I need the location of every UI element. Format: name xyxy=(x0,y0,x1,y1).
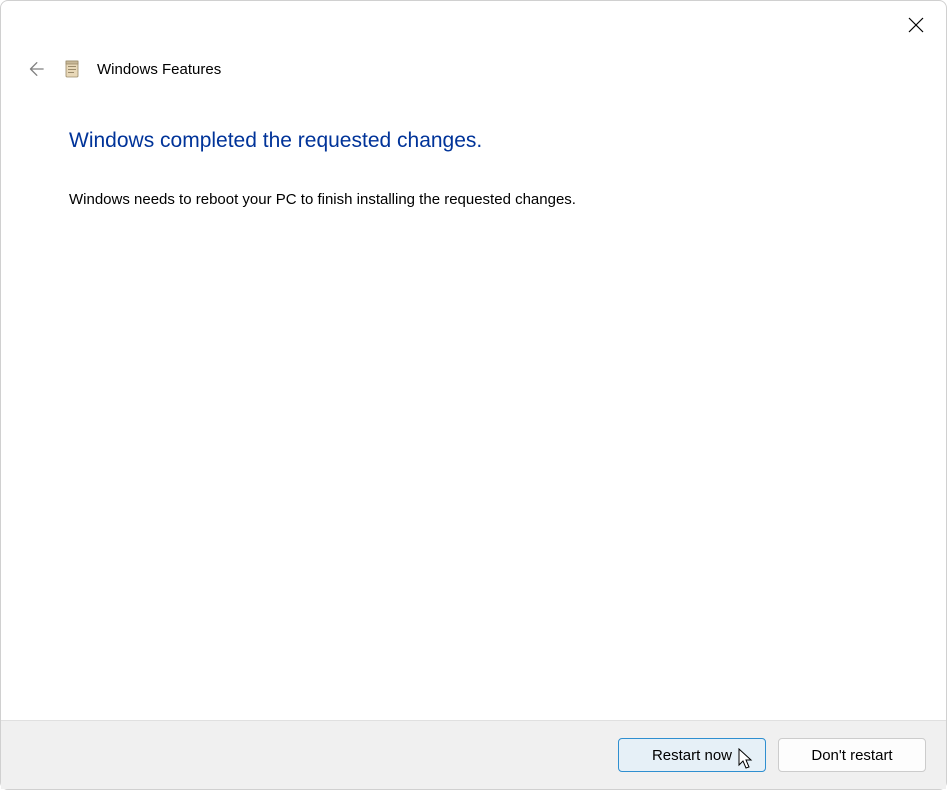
footer: Restart now Don't restart xyxy=(1,720,946,789)
close-icon xyxy=(908,17,924,33)
restart-now-button[interactable]: Restart now xyxy=(618,738,766,772)
content-area: Windows completed the requested changes.… xyxy=(69,129,878,208)
dont-restart-button[interactable]: Don't restart xyxy=(778,738,926,772)
close-button[interactable] xyxy=(904,13,928,37)
window-title: Windows Features xyxy=(97,61,221,78)
windows-features-icon xyxy=(63,59,83,79)
back-button[interactable] xyxy=(23,57,47,81)
heading: Windows completed the requested changes. xyxy=(69,129,878,153)
back-arrow-icon xyxy=(26,60,44,78)
header: Windows Features xyxy=(23,57,221,81)
body-text: Windows needs to reboot your PC to finis… xyxy=(69,191,878,208)
